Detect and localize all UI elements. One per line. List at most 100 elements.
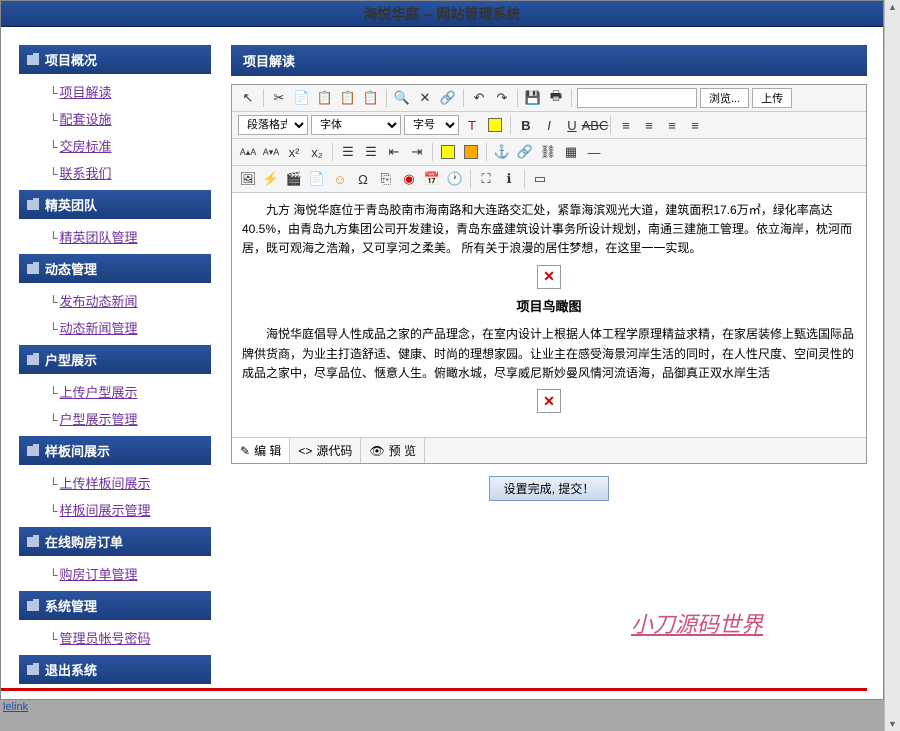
- hyperlink-icon[interactable]: 🔗: [515, 142, 535, 162]
- save-icon[interactable]: 💾: [523, 88, 543, 108]
- unlink-icon[interactable]: ⛓: [538, 142, 558, 162]
- fullscreen-icon[interactable]: ⛶: [476, 169, 496, 189]
- toolbar-row-1: ↖ ✂ 📄 📋 📋 📋 🔍 ✕ 🔗 ↶ ↷ 💾 🖶: [232, 85, 866, 112]
- paste-icon[interactable]: 📋: [315, 88, 335, 108]
- align-center-icon[interactable]: ≡: [639, 115, 659, 135]
- decrease-font-icon[interactable]: A▾A: [261, 142, 281, 162]
- group-header-sample[interactable]: 样板间展示: [19, 436, 211, 465]
- submit-button[interactable]: 设置完成, 提交！: [489, 476, 610, 501]
- font-select[interactable]: 字体: [311, 115, 401, 135]
- sidebar-item-interpretation[interactable]: └项目解读: [49, 78, 211, 105]
- forecolor-icon[interactable]: T: [462, 115, 482, 135]
- media-icon[interactable]: 🎬: [284, 169, 304, 189]
- backcolor-icon[interactable]: [485, 115, 505, 135]
- sidebar-item-news-manage[interactable]: └动态新闻管理: [49, 314, 211, 341]
- outdent-icon[interactable]: ⇤: [384, 142, 404, 162]
- upload-button[interactable]: 上传: [752, 88, 792, 108]
- paste-word-icon[interactable]: 📋: [361, 88, 381, 108]
- group-header-order[interactable]: 在线购房订单: [19, 527, 211, 556]
- footer-divider: [1, 688, 867, 691]
- align-right-icon[interactable]: ≡: [662, 115, 682, 135]
- form-icon[interactable]: ▭: [530, 169, 550, 189]
- sidebar-item-order-manage[interactable]: └购房订单管理: [49, 560, 211, 587]
- editor-body[interactable]: 九方 海悦华庭位于青岛胶南市海南路和大连路交汇处，紧靠海滨观光大道，建筑面积17…: [232, 193, 866, 437]
- folder-icon: [27, 355, 39, 365]
- align-left-icon[interactable]: ≡: [616, 115, 636, 135]
- subscript-icon[interactable]: x₂: [307, 142, 327, 162]
- browse-button[interactable]: 浏览...: [700, 88, 749, 108]
- copy-icon[interactable]: 📄: [292, 88, 312, 108]
- about-icon[interactable]: ℹ: [499, 169, 519, 189]
- unordered-list-icon[interactable]: ☰: [361, 142, 381, 162]
- symbol-icon[interactable]: ◉: [399, 169, 419, 189]
- folder-icon: [27, 200, 39, 210]
- toolbar-row-3: A▴A A▾A x² x₂ ☰ ☰ ⇤ ⇥ ⚓ 🔗 ⛓ ▦: [232, 139, 866, 166]
- redo-icon[interactable]: ↷: [492, 88, 512, 108]
- group-header-unit[interactable]: 户型展示: [19, 345, 211, 374]
- find-icon[interactable]: 🔍: [392, 88, 412, 108]
- sidebar-item-standards[interactable]: └交房标准: [49, 132, 211, 159]
- group-header-news[interactable]: 动态管理: [19, 254, 211, 283]
- layer2-icon[interactable]: [461, 142, 481, 162]
- strike-icon[interactable]: ABC: [585, 115, 605, 135]
- link-icon[interactable]: 🔗: [438, 88, 458, 108]
- ordered-list-icon[interactable]: ☰: [338, 142, 358, 162]
- superscript-icon[interactable]: x²: [284, 142, 304, 162]
- sidebar-item-sample-manage[interactable]: └样板间展示管理: [49, 496, 211, 523]
- footer-link[interactable]: lelink: [3, 701, 28, 713]
- time-icon[interactable]: 🕐: [445, 169, 465, 189]
- hr-icon[interactable]: —: [584, 142, 604, 162]
- tab-source[interactable]: <>源代码: [290, 438, 361, 463]
- sidebar-item-contact[interactable]: └联系我们: [49, 159, 211, 186]
- align-justify-icon[interactable]: ≡: [685, 115, 705, 135]
- special-char-icon[interactable]: Ω: [353, 169, 373, 189]
- pointer-icon[interactable]: ↖: [238, 88, 258, 108]
- italic-icon[interactable]: I: [539, 115, 559, 135]
- group-header-logout[interactable]: 退出系统: [19, 655, 211, 684]
- underline-icon[interactable]: U: [562, 115, 582, 135]
- sidebar: 项目概况 └项目解读 └配套设施 └交房标准 └联系我们 精英团队 └精英团队管…: [19, 45, 211, 691]
- sidebar-item-team-manage[interactable]: └精英团队管理: [49, 223, 211, 250]
- folder-icon: [27, 264, 39, 274]
- broken-image-icon: ✕: [537, 389, 561, 413]
- sidebar-item-news-publish[interactable]: └发布动态新闻: [49, 287, 211, 314]
- paste-text-icon[interactable]: 📋: [338, 88, 358, 108]
- undo-icon[interactable]: ↶: [469, 88, 489, 108]
- content-area: 项目解读 ↖ ✂ 📄 📋 📋 📋 🔍 ✕ 🔗 ↶ ↷: [231, 45, 875, 691]
- layer-icon[interactable]: [438, 142, 458, 162]
- folder-icon: [27, 55, 39, 65]
- indent-icon[interactable]: ⇥: [407, 142, 427, 162]
- emoticon-icon[interactable]: ☺: [330, 169, 350, 189]
- remove-format-icon[interactable]: ✕: [415, 88, 435, 108]
- size-select[interactable]: 字号: [404, 115, 459, 135]
- tab-edit[interactable]: ✎编 辑: [232, 438, 290, 463]
- folder-icon: [27, 537, 39, 547]
- flash-icon[interactable]: ⚡: [261, 169, 281, 189]
- print-icon[interactable]: 🖶: [546, 88, 566, 108]
- image-icon[interactable]: 🖼: [238, 169, 258, 189]
- sidebar-item-unit-upload[interactable]: └上传户型展示: [49, 378, 211, 405]
- rich-text-editor: ↖ ✂ 📄 📋 📋 📋 🔍 ✕ 🔗 ↶ ↷ 💾 🖶: [231, 84, 867, 464]
- increase-font-icon[interactable]: A▴A: [238, 142, 258, 162]
- tab-preview[interactable]: 👁预 览: [361, 438, 425, 463]
- group-header-team[interactable]: 精英团队: [19, 190, 211, 219]
- date-icon[interactable]: 📅: [422, 169, 442, 189]
- bold-icon[interactable]: B: [516, 115, 536, 135]
- format-select[interactable]: 段落格式: [238, 115, 308, 135]
- page-scrollbar[interactable]: [884, 0, 900, 731]
- watermark-text: 小刀源码世界: [631, 607, 763, 639]
- group-header-overview[interactable]: 项目概况: [19, 45, 211, 74]
- sidebar-item-sample-upload[interactable]: └上传样板间展示: [49, 469, 211, 496]
- folder-icon: [27, 446, 39, 456]
- pencil-icon: ✎: [240, 444, 250, 458]
- file-path-input[interactable]: [577, 88, 697, 108]
- table-icon[interactable]: ▦: [561, 142, 581, 162]
- file-icon[interactable]: 📄: [307, 169, 327, 189]
- sidebar-item-admin-account[interactable]: └管理员帐号密码: [49, 624, 211, 651]
- sidebar-item-facilities[interactable]: └配套设施: [49, 105, 211, 132]
- pagebreak-icon[interactable]: ⎘: [376, 169, 396, 189]
- sidebar-item-unit-manage[interactable]: └户型展示管理: [49, 405, 211, 432]
- anchor-icon[interactable]: ⚓: [492, 142, 512, 162]
- group-header-system[interactable]: 系统管理: [19, 591, 211, 620]
- cut-icon[interactable]: ✂: [269, 88, 289, 108]
